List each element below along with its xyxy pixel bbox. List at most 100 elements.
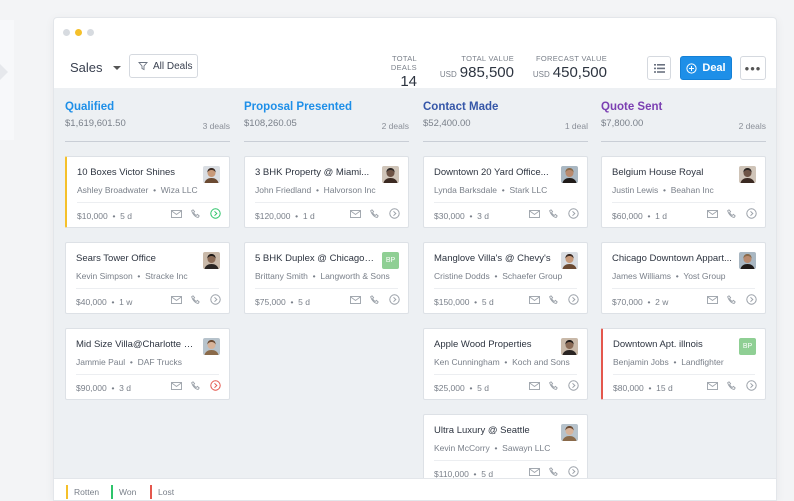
deal-title[interactable]: Belgium House Royal — [612, 167, 732, 178]
arrow-circle-icon[interactable] — [746, 294, 757, 305]
deal-organization[interactable]: Landfighter — [681, 357, 724, 367]
deal-person[interactable]: James Williams — [612, 271, 671, 281]
deal-card[interactable]: 5 BHK Duplex @ Chicago H... BP Brittany Sm… — [244, 242, 409, 314]
deal-person[interactable]: Kevin McCorry — [434, 443, 490, 453]
deal-person[interactable]: John Friedland — [255, 185, 311, 195]
deal-title[interactable]: Downtown 20 Yard Office... — [434, 167, 554, 178]
bullet-separator: • — [642, 297, 656, 307]
deal-organization[interactable]: Stracke Inc — [145, 271, 188, 281]
phone-icon[interactable] — [370, 208, 380, 219]
deal-title[interactable]: Manglove Villa's @ Chevy's — [434, 253, 554, 264]
deal-title[interactable]: 5 BHK Duplex @ Chicago H... — [255, 253, 375, 264]
deal-card[interactable]: Sears Tower Office Kevin Simpson • Strack… — [65, 242, 230, 314]
deal-card[interactable]: Chicago Downtown Appart... James Williams… — [601, 242, 766, 314]
deal-meta: $150,000 • 5 d — [434, 297, 494, 307]
column-title[interactable]: Proposal Presented — [244, 101, 409, 113]
column-title[interactable]: Qualified — [65, 101, 230, 113]
phone-icon[interactable] — [727, 294, 737, 305]
card-actions — [707, 294, 757, 305]
deal-title[interactable]: Chicago Downtown Appart... — [612, 253, 732, 264]
deal-age: 2 w — [655, 297, 669, 307]
more-options-button[interactable]: ••• — [740, 56, 766, 80]
deal-title[interactable]: Ultra Luxury @ Seattle — [434, 425, 554, 436]
phone-icon[interactable] — [727, 380, 737, 391]
deal-person[interactable]: Brittany Smith — [255, 271, 308, 281]
deal-organization[interactable]: Sawayn LLC — [502, 443, 550, 453]
deal-card[interactable]: 10 Boxes Victor Shines Ashley Broadwater … — [65, 156, 230, 228]
deal-organization[interactable]: Langworth & Sons — [320, 271, 389, 281]
deal-organization[interactable]: Beahan Inc — [671, 185, 714, 195]
bullet-separator: • — [499, 357, 513, 367]
arrow-circle-icon[interactable] — [568, 294, 579, 305]
email-icon[interactable] — [707, 381, 718, 390]
deal-card[interactable]: Mid Size Villa@Charlotte NC Jammie Paul •… — [65, 328, 230, 400]
email-icon[interactable] — [171, 295, 182, 304]
deal-card[interactable]: 3 BHK Property @ Miami... John Friedland … — [244, 156, 409, 228]
list-view-button[interactable] — [647, 56, 671, 80]
deal-card[interactable]: Downtown Apt. illnois BP Benjamin Jobs • L… — [601, 328, 766, 400]
deal-title[interactable]: Apple Wood Properties — [434, 339, 554, 350]
card-actions — [171, 208, 221, 219]
deal-card[interactable]: Ultra Luxury @ Seattle Kevin McCorry • Sa… — [423, 414, 588, 486]
arrow-circle-green-icon[interactable] — [210, 208, 221, 219]
deal-title[interactable]: 10 Boxes Victor Shines — [77, 167, 197, 178]
deal-organization[interactable]: Halvorson Inc — [324, 185, 376, 195]
deal-card[interactable]: Belgium House Royal Justin Lewis • Beahan… — [601, 156, 766, 228]
add-deal-button[interactable]: Deal — [680, 56, 732, 80]
email-icon[interactable] — [529, 467, 540, 476]
deal-card[interactable]: Manglove Villa's @ Chevy's Cristine Dodds… — [423, 242, 588, 314]
filter-button[interactable]: All Deals — [129, 54, 198, 78]
column-title[interactable]: Contact Made — [423, 101, 588, 113]
deal-card[interactable]: Apple Wood Properties Ken Cunningham • Ko… — [423, 328, 588, 400]
arrow-circle-icon[interactable] — [568, 466, 579, 477]
phone-icon[interactable] — [191, 208, 201, 219]
arrow-circle-red-icon[interactable] — [210, 380, 221, 391]
email-icon[interactable] — [171, 209, 182, 218]
arrow-circle-icon[interactable] — [746, 380, 757, 391]
deal-person[interactable]: Lynda Barksdale — [434, 185, 497, 195]
deal-organization[interactable]: DAF Trucks — [138, 357, 182, 367]
arrow-circle-icon[interactable] — [568, 380, 579, 391]
phone-icon[interactable] — [549, 466, 559, 477]
deal-person[interactable]: Kevin Simpson — [76, 271, 133, 281]
email-icon[interactable] — [529, 295, 540, 304]
arrow-circle-icon[interactable] — [389, 208, 400, 219]
deal-meta: $75,000 • 5 d — [255, 297, 310, 307]
email-icon[interactable] — [350, 209, 361, 218]
phone-icon[interactable] — [191, 380, 201, 391]
arrow-circle-icon[interactable] — [746, 208, 757, 219]
phone-icon[interactable] — [549, 380, 559, 391]
deal-title[interactable]: 3 BHK Property @ Miami... — [255, 167, 375, 178]
phone-icon[interactable] — [549, 294, 559, 305]
deal-title[interactable]: Sears Tower Office — [76, 253, 196, 264]
email-icon[interactable] — [350, 295, 361, 304]
deal-person[interactable]: Ken Cunningham — [434, 357, 500, 367]
deal-person[interactable]: Justin Lewis — [612, 185, 658, 195]
arrow-circle-icon[interactable] — [389, 294, 400, 305]
pipeline-select[interactable]: Sales — [70, 60, 121, 75]
column-title[interactable]: Quote Sent — [601, 101, 766, 113]
email-icon[interactable] — [529, 381, 540, 390]
deal-organization[interactable]: Wiza LLC — [161, 185, 198, 195]
email-icon[interactable] — [707, 209, 718, 218]
phone-icon[interactable] — [191, 294, 201, 305]
deal-card[interactable]: Downtown 20 Yard Office... Lynda Barksdal… — [423, 156, 588, 228]
deal-person[interactable]: Ashley Broadwater — [77, 185, 148, 195]
email-icon[interactable] — [171, 381, 182, 390]
phone-icon[interactable] — [549, 208, 559, 219]
deal-organization[interactable]: Schaefer Group — [502, 271, 562, 281]
deal-person[interactable]: Cristine Dodds — [434, 271, 490, 281]
arrow-circle-icon[interactable] — [568, 208, 579, 219]
deal-title[interactable]: Mid Size Villa@Charlotte NC — [76, 339, 196, 350]
deal-organization[interactable]: Stark LLC — [509, 185, 547, 195]
email-icon[interactable] — [529, 209, 540, 218]
deal-organization[interactable]: Koch and Sons — [512, 357, 570, 367]
deal-person[interactable]: Benjamin Jobs — [613, 357, 669, 367]
email-icon[interactable] — [707, 295, 718, 304]
arrow-circle-icon[interactable] — [210, 294, 221, 305]
deal-title[interactable]: Downtown Apt. illnois — [613, 339, 733, 350]
phone-icon[interactable] — [727, 208, 737, 219]
deal-organization[interactable]: Yost Group — [683, 271, 725, 281]
deal-person[interactable]: Jammie Paul — [76, 357, 125, 367]
phone-icon[interactable] — [370, 294, 380, 305]
